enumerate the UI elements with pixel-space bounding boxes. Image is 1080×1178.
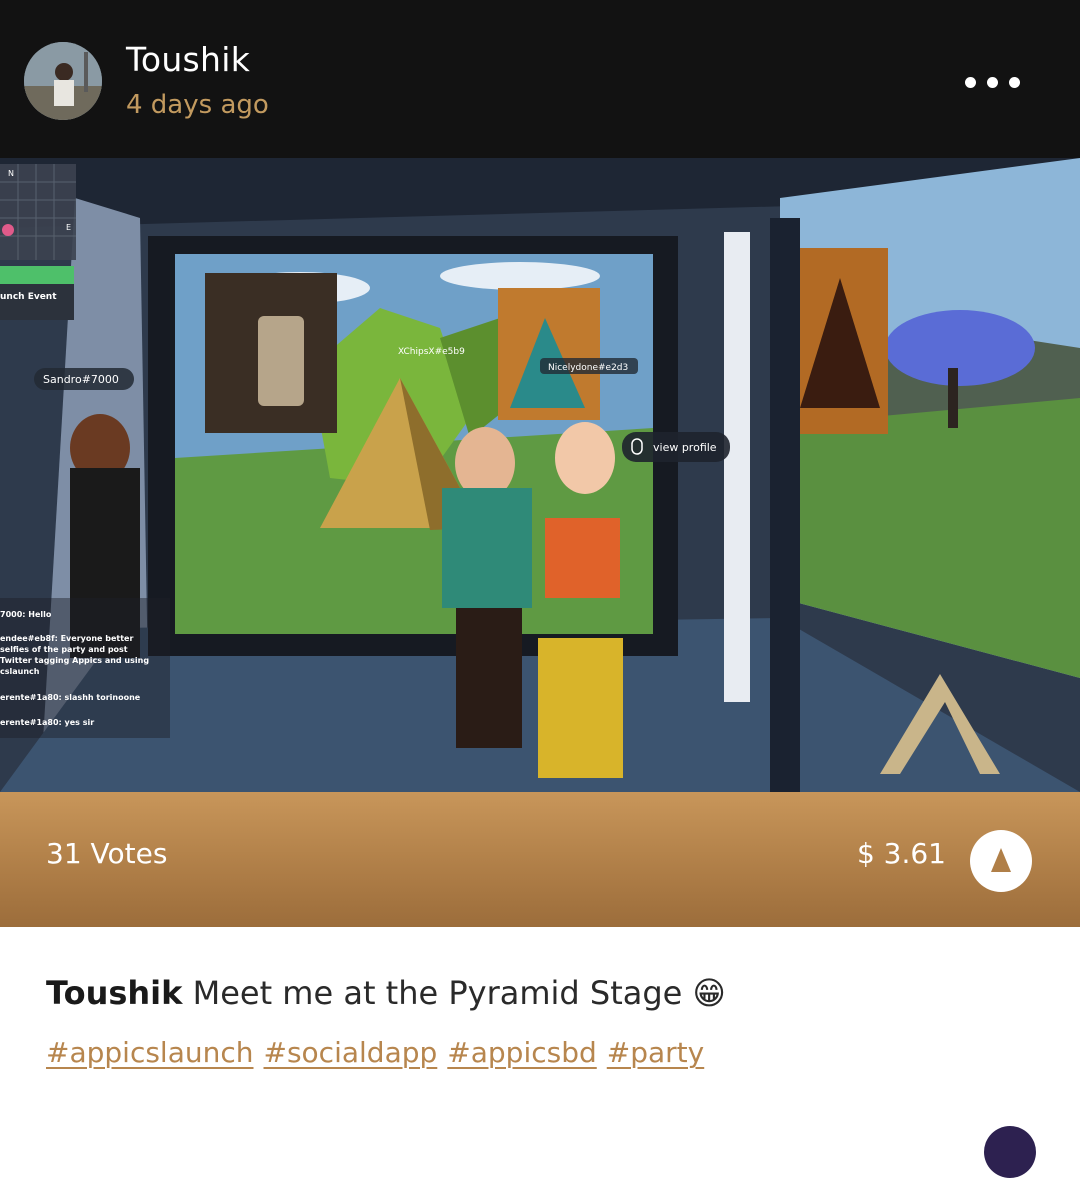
caption-author[interactable]: Toushik (46, 974, 182, 1012)
payout-amount: $ 3.61 (856, 837, 946, 870)
minimap-east-label: E (66, 223, 71, 232)
chat-line: cslaunch (0, 667, 40, 676)
hashtag-list: #appicslaunch #socialdapp #appicsbd #par… (46, 1036, 704, 1069)
event-label[interactable]: unch Event (0, 292, 57, 302)
hashtag-link[interactable]: #party (607, 1036, 704, 1069)
author-avatar[interactable] (24, 42, 102, 120)
art-owner-tag[interactable]: XChipsX#e5b9 (398, 347, 465, 357)
chat-line: erente#1a80: slashh torinoone (0, 693, 141, 702)
caption-text: Meet me at the Pyramid Stage 😁 (192, 974, 726, 1012)
view-profile-button[interactable]: view profile (653, 441, 717, 454)
upvote-arrow-icon (991, 848, 1011, 872)
chat-line: selfies of the party and post (0, 645, 128, 654)
hashtag-link[interactable]: #appicsbd (447, 1036, 596, 1069)
post-image[interactable]: N E unch Event Sandro#7000 XChipsX#e5b9 … (0, 158, 1080, 792)
hashtag-link[interactable]: #socialdapp (264, 1036, 438, 1069)
upvote-button[interactable] (970, 830, 1032, 892)
floating-action-button[interactable] (984, 1126, 1036, 1178)
chat-line: Twitter tagging Appics and using (0, 656, 149, 665)
art-owner-tag[interactable]: Nicelydone#e2d3 (548, 363, 628, 373)
more-horizontal-icon (986, 76, 998, 88)
minimap-north-label: N (8, 169, 14, 178)
hashtag-link[interactable]: #appicslaunch (46, 1036, 254, 1069)
player-nametag[interactable]: Sandro#7000 (43, 373, 119, 386)
avatar-photo (24, 42, 102, 120)
vote-bar: 31 Votes $ 3.61 (0, 792, 1080, 927)
more-horizontal-icon (1008, 76, 1020, 88)
post-caption: Toushik Meet me at the Pyramid Stage 😁 (46, 974, 726, 1012)
post-timestamp: 4 days ago (126, 90, 269, 120)
author-name[interactable]: Toushik (126, 40, 250, 79)
chat-line: 7000: Hello (0, 610, 52, 619)
post-header: Toushik 4 days ago (0, 0, 1080, 158)
more-options-button[interactable] (952, 66, 1032, 98)
vote-count[interactable]: 31 Votes (46, 837, 167, 870)
chat-line: erente#1a80: yes sir (0, 718, 94, 727)
metaverse-scene: N E unch Event Sandro#7000 XChipsX#e5b9 … (0, 158, 1080, 792)
chat-line: endee#eb8f: Everyone better (0, 634, 133, 643)
more-horizontal-icon (964, 76, 976, 88)
